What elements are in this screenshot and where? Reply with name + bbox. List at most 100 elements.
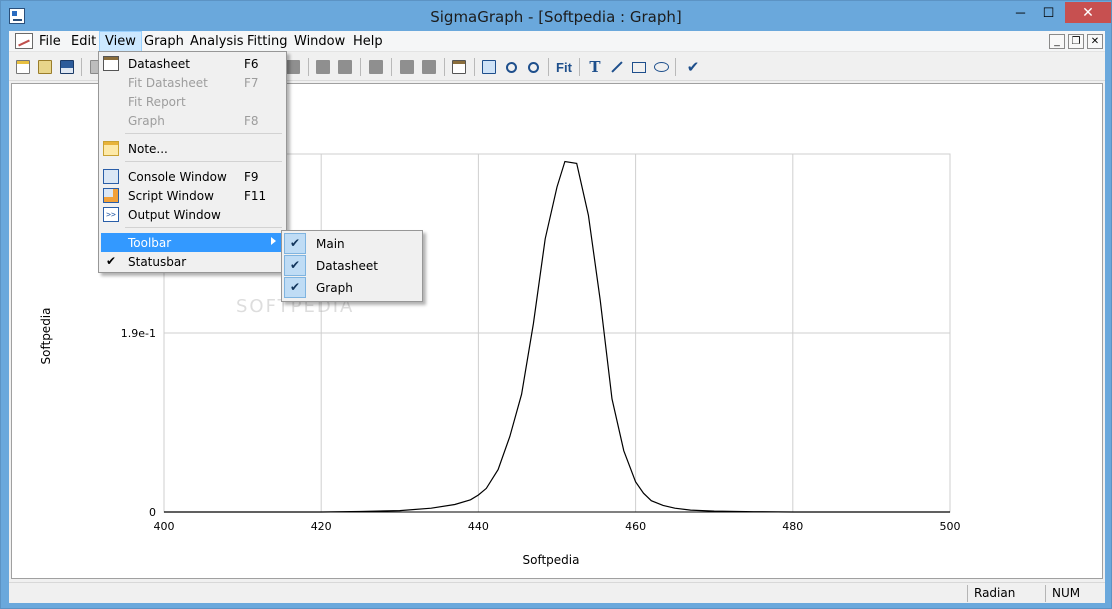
menu-item-label: Graph	[128, 114, 165, 128]
ellipse-tool-icon[interactable]	[651, 57, 671, 77]
mdi-restore-button[interactable]: ❐	[1068, 34, 1084, 49]
toolbar-separator	[548, 58, 549, 76]
zoom-out-icon[interactable]	[523, 57, 543, 77]
script-icon	[103, 188, 119, 203]
rectangle-tool-icon[interactable]	[629, 57, 649, 77]
y-tick-label: 0	[149, 506, 156, 519]
view-menu-note[interactable]: Note...	[101, 139, 284, 158]
x-tick-label: 500	[940, 520, 961, 533]
status-num-lock: NUM	[1045, 585, 1101, 602]
sort-desc-icon[interactable]	[419, 57, 439, 77]
autoscale-icon[interactable]	[479, 57, 499, 77]
mdi-close-button[interactable]: ✕	[1087, 34, 1103, 49]
mdi-minimize-button[interactable]: _	[1049, 34, 1065, 49]
menu-edit[interactable]: Edit	[66, 31, 101, 52]
datasheet-icon	[103, 56, 119, 71]
x-tick-label: 480	[782, 520, 803, 533]
x-tick-label: 460	[625, 520, 646, 533]
output-icon: >>	[103, 207, 119, 222]
menu-item-label: Console Window	[128, 170, 227, 184]
menu-item-shortcut: F8	[244, 114, 259, 128]
sort-icon[interactable]	[397, 57, 417, 77]
menu-bar: File Edit View Graph Analysis Fitting Wi…	[9, 31, 1105, 52]
menu-window[interactable]: Window	[289, 31, 350, 52]
add-column-icon[interactable]	[313, 57, 333, 77]
menu-separator	[125, 133, 282, 134]
toolbar-submenu-graph[interactable]: ✔ Graph	[284, 277, 420, 298]
y-tick-label: 1.9e-1	[121, 327, 156, 340]
menu-separator	[125, 227, 282, 228]
menu-item-label: Fit Datasheet	[128, 76, 208, 90]
x-tick-label: 420	[311, 520, 332, 533]
menu-item-label: Statusbar	[128, 255, 187, 269]
x-tick-label: 400	[154, 520, 175, 533]
zoom-in-icon[interactable]	[501, 57, 521, 77]
datasheet-icon[interactable]	[449, 57, 469, 77]
menu-item-label: Main	[316, 237, 345, 251]
title-bar[interactable]: SigmaGraph - [Softpedia : Graph] ─ ☐ ✕	[1, 1, 1111, 31]
toolbar-separator	[675, 58, 676, 76]
menu-item-label: Output Window	[128, 208, 221, 222]
status-bar: Radian NUM	[9, 582, 1105, 603]
x-tick-label: 440	[468, 520, 489, 533]
toolbar-separator	[360, 58, 361, 76]
menu-separator	[125, 161, 282, 162]
delete-column-icon[interactable]	[335, 57, 355, 77]
menu-item-label: Script Window	[128, 189, 214, 203]
save-icon[interactable]	[57, 57, 77, 77]
menu-graph[interactable]: Graph	[139, 31, 189, 52]
menu-view[interactable]: View	[99, 31, 142, 52]
toolbar-separator	[444, 58, 445, 76]
menu-file[interactable]: File	[34, 31, 66, 52]
toolbar-submenu: ✔ Main ✔ Datasheet ✔ Graph	[281, 230, 423, 302]
note-icon	[103, 141, 119, 156]
menu-item-label: Datasheet	[316, 259, 378, 273]
menu-item-label: Datasheet	[128, 57, 190, 71]
toolbar-separator	[308, 58, 309, 76]
toolbar-separator	[81, 58, 82, 76]
menu-help[interactable]: Help	[348, 31, 388, 52]
view-menu-fit-datasheet: Fit Datasheet F7	[101, 73, 284, 92]
checkmark-tool-icon[interactable]: ✔	[683, 57, 703, 77]
new-doc-icon[interactable]	[13, 57, 33, 77]
checkmark-icon: ✔	[284, 277, 306, 298]
submenu-arrow-icon	[271, 237, 276, 245]
close-button[interactable]: ✕	[1065, 2, 1111, 23]
view-menu-console-window[interactable]: Console Window F9	[101, 167, 284, 186]
menu-item-label: Fit Report	[128, 95, 186, 109]
view-menu-datasheet[interactable]: Datasheet F6	[101, 54, 284, 73]
status-angle-mode: Radian	[967, 585, 1041, 602]
menu-fitting[interactable]: Fitting	[242, 31, 292, 52]
view-menu-graph: Graph F8	[101, 111, 284, 130]
minimize-button[interactable]: ─	[1007, 2, 1034, 23]
toolbar-separator	[474, 58, 475, 76]
x-axis-label: Softpedia	[523, 553, 580, 567]
checkmark-icon: ✔	[106, 254, 117, 268]
fit-button[interactable]: Fit	[554, 57, 574, 77]
view-menu-toolbar[interactable]: Toolbar	[101, 233, 284, 252]
view-menu-dropdown: Datasheet F6 Fit Datasheet F7 Fit Report…	[98, 51, 287, 273]
document-icon[interactable]	[15, 33, 33, 49]
line-tool-icon[interactable]	[607, 57, 627, 77]
toolbar-separator	[579, 58, 580, 76]
toolbar-separator	[391, 58, 392, 76]
menu-item-label: Toolbar	[128, 236, 172, 250]
menu-item-label: Graph	[316, 281, 353, 295]
window-title: SigmaGraph - [Softpedia : Graph]	[430, 8, 682, 26]
console-icon	[103, 169, 119, 184]
open-doc-icon[interactable]	[35, 57, 55, 77]
toolbar-submenu-datasheet[interactable]: ✔ Datasheet	[284, 255, 420, 276]
maximize-button[interactable]: ☐	[1035, 2, 1062, 23]
view-menu-output-window[interactable]: >> Output Window	[101, 205, 284, 224]
view-menu-script-window[interactable]: Script Window F11	[101, 186, 284, 205]
insert-row-icon[interactable]	[366, 57, 386, 77]
menu-item-label: Note...	[128, 142, 168, 156]
text-tool-button[interactable]: T	[585, 57, 605, 77]
menu-analysis[interactable]: Analysis	[185, 31, 249, 52]
menu-item-shortcut: F9	[244, 170, 259, 184]
view-menu-statusbar[interactable]: ✔ Statusbar	[101, 252, 284, 271]
app-window: SigmaGraph - [Softpedia : Graph] ─ ☐ ✕ F…	[0, 0, 1112, 609]
toolbar-submenu-main[interactable]: ✔ Main	[284, 233, 420, 254]
menu-item-shortcut: F11	[244, 189, 267, 203]
checkmark-icon: ✔	[284, 233, 306, 254]
